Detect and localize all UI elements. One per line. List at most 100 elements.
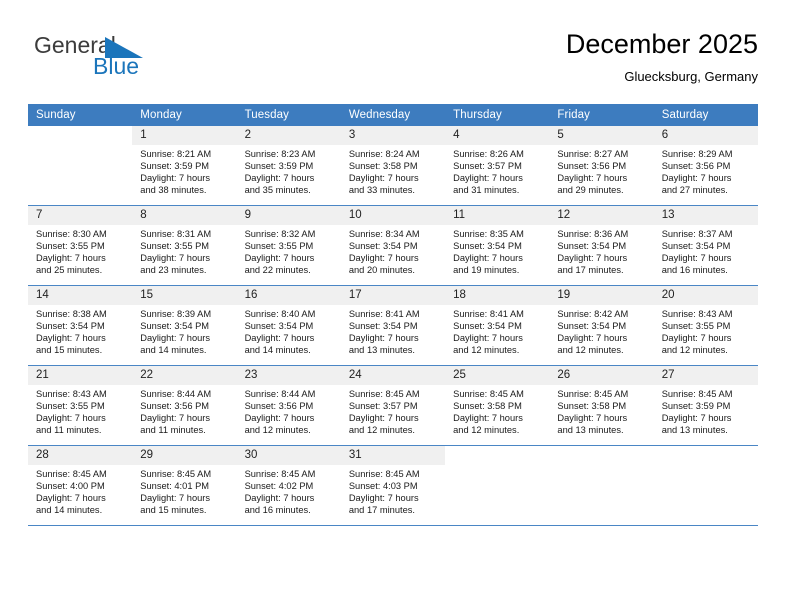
calendar-week-row: 7 Sunrise: 8:30 AM Sunset: 3:55 PM Daylight… [28,205,758,286]
daylight-text-line1: Daylight: 7 hours [453,413,523,424]
day-sun-info: Sunrise: 8:24 AM Sunset: 3:58 PM Daylight:… [341,145,445,196]
day-cell-content [445,446,549,525]
calendar-day-cell[interactable]: 11 Sunrise: 8:35 AM Sunset: 3:54 PM Dayligh… [445,205,550,286]
daylight-text-line2: and 12 minutes. [557,345,624,356]
calendar-day-cell[interactable]: 1 Sunrise: 8:21 AM Sunset: 3:59 PM Daylight… [132,126,237,206]
calendar-day-cell[interactable]: 8 Sunrise: 8:31 AM Sunset: 3:55 PM Daylight… [132,205,237,286]
day-sun-info: Sunrise: 8:31 AM Sunset: 3:55 PM Daylight:… [132,225,236,276]
daylight-text-line1: Daylight: 7 hours [348,333,419,344]
sunrise-text: Sunrise: 8:21 AM [140,149,212,159]
day-cell-content: 4 Sunrise: 8:26 AM Sunset: 3:57 PM Daylight… [445,126,550,205]
day-cell-content: 25 Sunrise: 8:45 AM Sunset: 3:58 PM Dayligh… [445,366,550,445]
daylight-text-line2: and 16 minutes. [244,505,311,516]
sunrise-text: Sunrise: 8:31 AM [140,229,212,239]
daylight-text-line2: and 12 minutes. [453,345,520,356]
weekday-header-row: Sunday Monday Tuesday Wednesday Thursday… [28,104,758,126]
general-blue-logo[interactable]: General Blue [34,32,164,88]
calendar-day-cell[interactable]: 19 Sunrise: 8:42 AM Sunset: 3:54 PM Dayligh… [549,285,654,366]
daylight-text-line1: Daylight: 7 hours [661,413,732,424]
day-cell-content [654,446,758,525]
calendar-day-cell[interactable]: 29 Sunrise: 8:45 AM Sunset: 4:01 PM Dayligh… [132,445,237,526]
calendar-day-cell[interactable]: 14 Sunrise: 8:38 AM Sunset: 3:54 PM Dayligh… [28,285,133,366]
calendar-day-cell[interactable]: 18 Sunrise: 8:41 AM Sunset: 3:54 PM Dayligh… [445,285,550,366]
day-sun-info: Sunrise: 8:42 AM Sunset: 3:54 PM Daylight:… [549,305,653,356]
day-cell-content: 2 Sunrise: 8:23 AM Sunset: 3:59 PM Daylight… [236,126,341,205]
day-sun-info: Sunrise: 8:45 AM Sunset: 4:03 PM Daylight:… [341,465,445,516]
daylight-text-line2: and 12 minutes. [348,425,415,436]
daylight-text-line1: Daylight: 7 hours [348,173,419,184]
calendar-grid: Sunday Monday Tuesday Wednesday Thursday… [28,104,758,526]
day-cell-content: 27 Sunrise: 8:45 AM Sunset: 3:59 PM Dayligh… [653,366,758,445]
calendar-day-cell[interactable]: 7 Sunrise: 8:30 AM Sunset: 3:55 PM Daylight… [28,205,133,286]
sunrise-text: Sunrise: 8:45 AM [36,469,107,479]
calendar-day-cell[interactable]: 2 Sunrise: 8:23 AM Sunset: 3:59 PM Daylight… [236,126,341,206]
day-sun-info: Sunrise: 8:45 AM Sunset: 3:58 PM Daylight:… [445,385,549,436]
calendar-day-cell[interactable]: 3 Sunrise: 8:24 AM Sunset: 3:58 PM Daylight… [340,126,446,206]
daylight-text-line1: Daylight: 7 hours [661,173,732,184]
calendar-day-cell[interactable]: 13 Sunrise: 8:37 AM Sunset: 3:54 PM Dayligh… [653,205,758,286]
calendar-day-cell[interactable]: 10 Sunrise: 8:34 AM Sunset: 3:54 PM Dayligh… [340,205,446,286]
calendar-day-cell[interactable]: 21 Sunrise: 8:43 AM Sunset: 3:55 PM Dayligh… [28,365,133,446]
calendar-day-cell [28,126,133,206]
day-sun-info: Sunrise: 8:45 AM Sunset: 4:00 PM Daylight:… [28,465,132,516]
day-number: 2 [236,126,341,145]
day-sun-info: Sunrise: 8:41 AM Sunset: 3:54 PM Daylight:… [341,305,445,356]
sunrise-text: Sunrise: 8:35 AM [453,229,524,239]
calendar-day-cell[interactable]: 31 Sunrise: 8:45 AM Sunset: 4:03 PM Dayligh… [340,445,446,526]
sunset-text: Sunset: 3:54 PM [244,321,314,332]
day-number: 9 [236,206,341,225]
sunset-text: Sunset: 3:55 PM [140,241,210,252]
day-cell-content: 5 Sunrise: 8:27 AM Sunset: 3:56 PM Daylight… [549,126,654,205]
day-sun-info: Sunrise: 8:45 AM Sunset: 3:58 PM Daylight:… [549,385,653,436]
day-number: 10 [340,206,446,225]
calendar-day-cell[interactable]: 27 Sunrise: 8:45 AM Sunset: 3:59 PM Dayligh… [653,365,758,446]
day-sun-info: Sunrise: 8:43 AM Sunset: 3:55 PM Daylight:… [28,385,132,436]
sunset-text: Sunset: 3:54 PM [557,321,627,332]
day-cell-content: 18 Sunrise: 8:41 AM Sunset: 3:54 PM Dayligh… [445,286,550,365]
calendar-day-cell[interactable]: 23 Sunrise: 8:44 AM Sunset: 3:56 PM Dayligh… [236,365,341,446]
calendar-day-cell[interactable]: 26 Sunrise: 8:45 AM Sunset: 3:58 PM Dayligh… [549,365,654,446]
day-number: 1 [132,126,237,145]
day-sun-info: Sunrise: 8:39 AM Sunset: 3:54 PM Daylight:… [132,305,236,356]
sunset-text: Sunset: 3:56 PM [661,161,731,172]
daylight-text-line2: and 13 minutes. [661,425,728,436]
day-sun-info: Sunrise: 8:35 AM Sunset: 3:54 PM Daylight:… [445,225,549,276]
day-cell-content: 20 Sunrise: 8:43 AM Sunset: 3:55 PM Dayligh… [653,286,758,365]
daylight-text-line2: and 11 minutes. [140,425,206,436]
calendar-day-cell[interactable]: 25 Sunrise: 8:45 AM Sunset: 3:58 PM Dayligh… [445,365,550,446]
calendar-day-cell [653,445,758,526]
calendar-day-cell[interactable]: 6 Sunrise: 8:29 AM Sunset: 3:56 PM Daylight… [653,126,758,206]
day-cell-content [28,126,132,205]
day-sun-info: Sunrise: 8:45 AM Sunset: 3:59 PM Daylight:… [654,385,758,436]
day-cell-content: 19 Sunrise: 8:42 AM Sunset: 3:54 PM Dayligh… [549,286,654,365]
calendar-day-cell[interactable]: 30 Sunrise: 8:45 AM Sunset: 4:02 PM Dayligh… [236,445,341,526]
day-sun-info: Sunrise: 8:38 AM Sunset: 3:54 PM Daylight:… [28,305,132,356]
daylight-text-line1: Daylight: 7 hours [244,413,315,424]
daylight-text-line2: and 12 minutes. [244,425,311,436]
daylight-text-line2: and 35 minutes. [244,185,311,196]
day-cell-content: 6 Sunrise: 8:29 AM Sunset: 3:56 PM Daylight… [653,126,758,205]
calendar-day-cell[interactable]: 12 Sunrise: 8:36 AM Sunset: 3:54 PM Dayligh… [549,205,654,286]
calendar-day-cell[interactable]: 16 Sunrise: 8:40 AM Sunset: 3:54 PM Dayligh… [236,285,341,366]
day-number: 31 [340,446,446,465]
sunrise-text: Sunrise: 8:40 AM [244,309,316,319]
sunrise-text: Sunrise: 8:45 AM [140,469,212,479]
calendar-day-cell[interactable]: 28 Sunrise: 8:45 AM Sunset: 4:00 PM Dayligh… [28,445,133,526]
day-sun-info: Sunrise: 8:44 AM Sunset: 3:56 PM Daylight:… [132,385,236,436]
calendar-day-cell[interactable]: 22 Sunrise: 8:44 AM Sunset: 3:56 PM Dayligh… [132,365,237,446]
day-sun-info: Sunrise: 8:36 AM Sunset: 3:54 PM Daylight:… [549,225,653,276]
calendar-day-cell[interactable]: 15 Sunrise: 8:39 AM Sunset: 3:54 PM Dayligh… [132,285,237,366]
daylight-text-line2: and 17 minutes. [348,505,415,516]
day-number: 26 [549,366,654,385]
calendar-day-cell[interactable]: 5 Sunrise: 8:27 AM Sunset: 3:56 PM Daylight… [549,126,654,206]
calendar-day-cell[interactable]: 17 Sunrise: 8:41 AM Sunset: 3:54 PM Dayligh… [340,285,446,366]
day-number: 21 [28,366,133,385]
calendar-day-cell[interactable]: 9 Sunrise: 8:32 AM Sunset: 3:55 PM Daylight… [236,205,341,286]
calendar-day-cell[interactable]: 20 Sunrise: 8:43 AM Sunset: 3:55 PM Dayligh… [653,285,758,366]
day-number: 8 [132,206,237,225]
calendar-day-cell[interactable]: 24 Sunrise: 8:45 AM Sunset: 3:57 PM Dayligh… [340,365,446,446]
calendar-day-cell[interactable]: 4 Sunrise: 8:26 AM Sunset: 3:57 PM Daylight… [445,126,550,206]
day-number: 13 [653,206,758,225]
calendar-week-row: 14 Sunrise: 8:38 AM Sunset: 3:54 PM Dayligh… [28,285,758,366]
daylight-text-line1: Daylight: 7 hours [661,333,732,344]
